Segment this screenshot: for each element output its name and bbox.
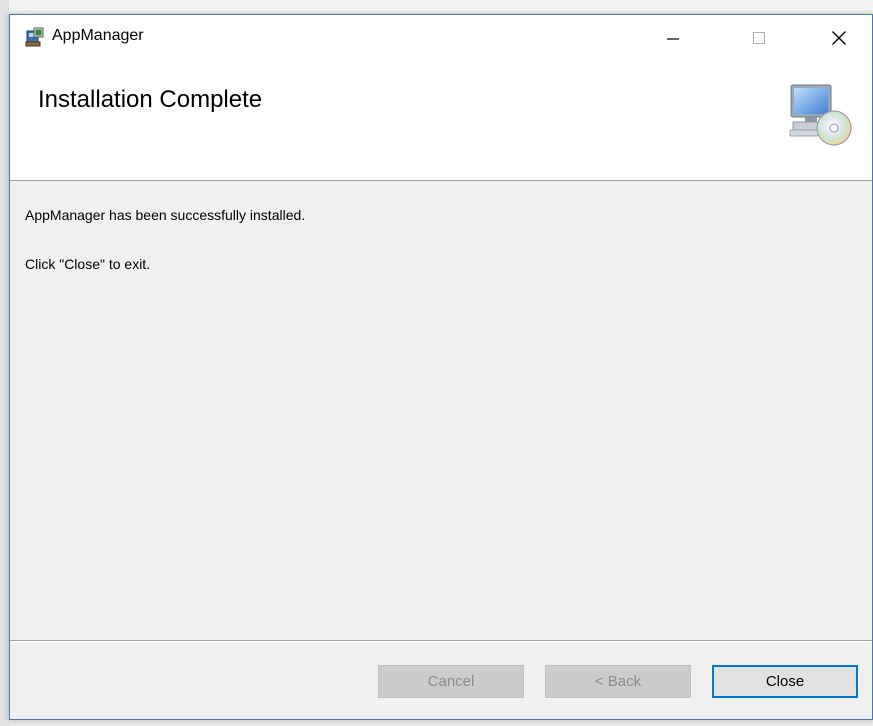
close-icon	[832, 30, 846, 45]
maximize-icon	[753, 31, 765, 44]
minimize-icon	[667, 37, 679, 40]
background-window-edge	[0, 0, 9, 726]
background-window-strip	[0, 0, 873, 14]
cancel-button[interactable]: Cancel	[378, 665, 524, 698]
computer-cd-icon	[788, 82, 854, 148]
page-title: Installation Complete	[38, 86, 263, 113]
success-message: AppManager has been successfully install…	[25, 207, 306, 223]
window-title: AppManager	[52, 27, 144, 44]
dialog-content: AppManager has been successfully install…	[10, 181, 872, 641]
instruction-message: Click "Close" to exit.	[25, 256, 151, 272]
title-bar[interactable]: AppManager	[10, 15, 872, 60]
maximize-button[interactable]	[730, 15, 788, 60]
installer-app-icon	[25, 27, 45, 47]
installer-dialog: AppManager Installation Complete AppMana…	[9, 14, 873, 720]
minimize-button[interactable]	[644, 15, 702, 60]
header-banner: Installation Complete	[10, 60, 872, 181]
footer-divider	[10, 640, 872, 642]
close-button[interactable]: Close	[712, 665, 858, 698]
back-button[interactable]: < Back	[545, 665, 691, 698]
close-window-button[interactable]	[810, 15, 868, 60]
